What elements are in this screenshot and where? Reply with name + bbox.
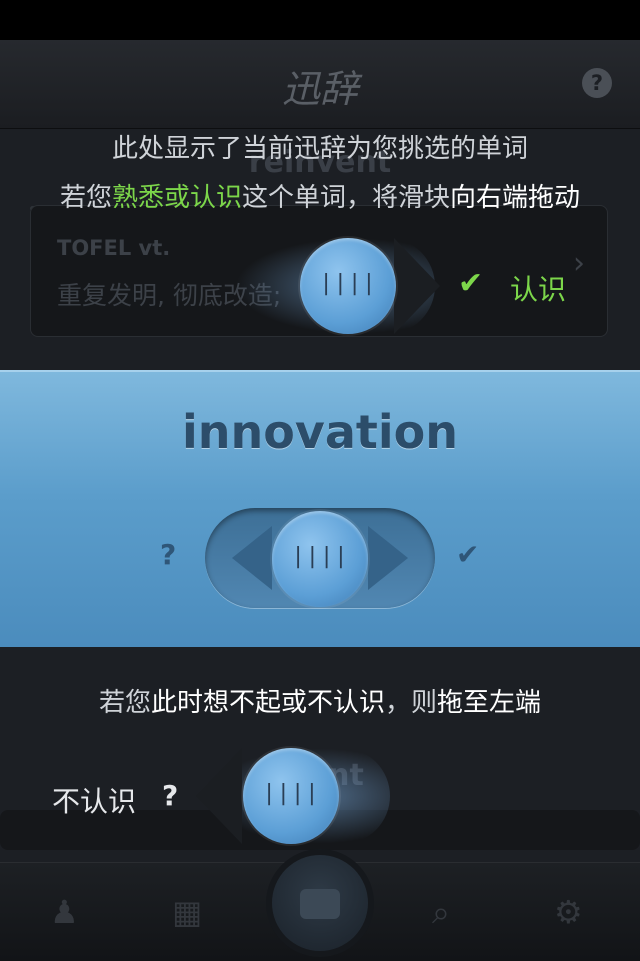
tutorial-text: ，则 [385,688,438,718]
drag-left-arrow [196,748,242,844]
highlight-unknown: 此时想不起或不认识 [150,688,385,718]
check-icon: ✔ [456,538,480,571]
tutorial-slider-knob-left[interactable]: |||| [243,748,339,844]
card-phonetic: TOFEL vt. [57,236,171,260]
tutorial-text: 这个单词，将滑块 [242,183,451,213]
slider-knob[interactable]: |||| [272,511,368,607]
current-word: innovation [182,405,458,459]
tutorial-slider-knob-right[interactable]: |||| [300,238,396,334]
settings-icon[interactable]: ⚙ [554,893,583,931]
highlight-drag-right: 向右端拖动 [450,183,581,213]
check-icon: ✔ [458,266,484,301]
grid-icon[interactable]: ▦ [172,893,202,931]
highlight-familiar: 熟悉或认识 [111,183,242,213]
navbar: 迅辞 ? [0,40,640,129]
grip-icon: |||| [262,781,320,806]
unknown-label: 不认识 [52,785,137,818]
highlight-drag-left: 拖至左端 [437,688,542,718]
center-button[interactable] [272,855,368,951]
question-icon: ? [160,538,177,571]
help-button[interactable]: ? [582,68,612,98]
known-label: 认识 [510,273,567,306]
search-icon[interactable]: ⌕ [432,893,450,932]
drag-right-arrow [394,238,440,334]
tutorial-line-1: 此处显示了当前迅辞为您挑选的单词 [111,134,528,164]
tutorial-text: 若您 [98,688,151,718]
tutorial-line-2: 若您熟悉或认识这个单词，将滑块向右端拖动 [0,177,640,214]
question-icon: ? [162,779,179,812]
card-icon [300,889,340,919]
right-arrow-icon [368,526,408,590]
tutorial-text: 若您 [59,183,112,213]
left-arrow-icon [232,526,272,590]
chevron-right-icon: › [573,246,585,281]
grip-icon: |||| [291,544,349,569]
app-logo: 迅辞 [281,67,358,111]
profile-icon[interactable]: ♟ [50,893,79,931]
tutorial-line-3: 若您此时想不起或不认识，则拖至左端 [0,682,640,719]
grip-icon: |||| [319,271,377,296]
